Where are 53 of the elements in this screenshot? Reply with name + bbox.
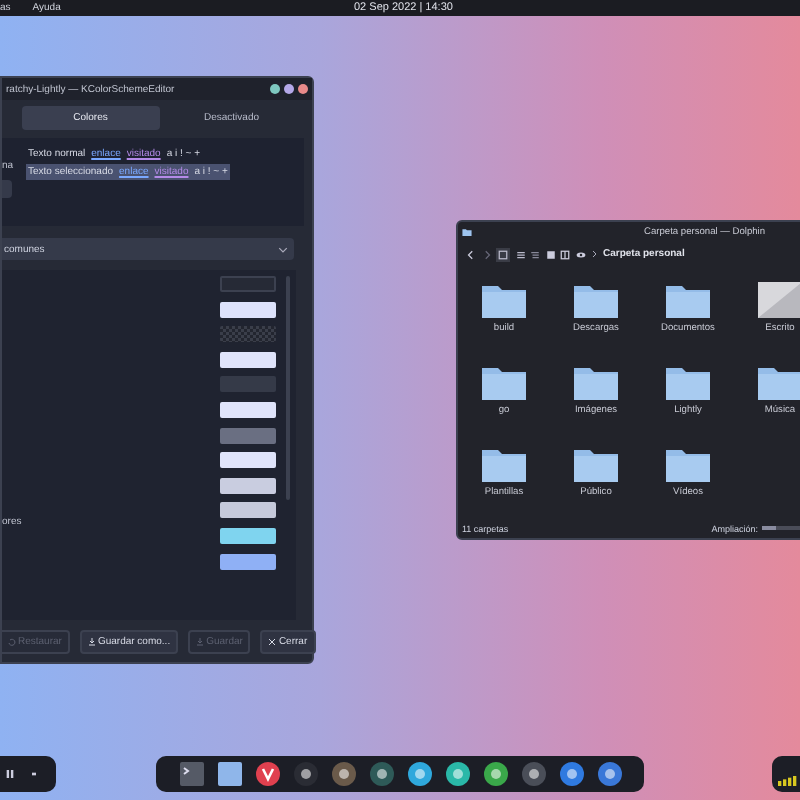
color-swatch[interactable]	[220, 351, 276, 368]
color-swatch[interactable]	[220, 452, 276, 469]
pause-icon[interactable]	[6, 770, 14, 778]
folder-icon	[574, 282, 618, 318]
color-swatch[interactable]	[220, 376, 276, 393]
folder-icon	[666, 282, 710, 318]
image-icon[interactable]	[545, 249, 555, 259]
app-icon[interactable]	[369, 762, 393, 786]
folder-icon	[758, 364, 800, 400]
folder-icon	[482, 282, 526, 318]
desktop-folder-icon	[758, 282, 800, 318]
forward-icon[interactable]	[481, 249, 491, 259]
back-icon[interactable]	[466, 249, 476, 259]
color-swatch[interactable]	[220, 326, 276, 343]
scrollbar[interactable]	[286, 276, 290, 500]
download-icon	[87, 638, 96, 646]
maximize-button[interactable]	[284, 84, 294, 94]
folder-icon[interactable]	[217, 762, 241, 786]
minimize-button[interactable]	[270, 84, 280, 94]
color-swatch[interactable]	[220, 401, 276, 418]
folder-icon	[482, 446, 526, 482]
app-icon[interactable]	[255, 762, 279, 786]
chevron-icon	[278, 245, 288, 253]
color-swatch[interactable]	[220, 527, 276, 544]
app-icon[interactable]	[407, 762, 431, 786]
app-icon[interactable]	[521, 762, 545, 786]
grid-view-icon[interactable]	[496, 247, 510, 261]
folder-icon	[482, 364, 526, 400]
folder-icon	[666, 364, 710, 400]
app-icon[interactable]	[559, 762, 583, 786]
close-icon	[268, 638, 277, 646]
color-swatch[interactable]	[220, 301, 276, 318]
color-swatch[interactable]	[220, 427, 276, 444]
folder-icon	[462, 228, 472, 236]
undo-icon	[8, 638, 16, 646]
app-icon[interactable]	[597, 762, 621, 786]
folder-icon	[574, 446, 618, 482]
eye-icon[interactable]	[575, 249, 585, 259]
app-icon[interactable]	[331, 762, 355, 786]
app-icon[interactable]	[445, 762, 469, 786]
app-icon[interactable]	[483, 762, 507, 786]
terminal-icon[interactable]	[179, 762, 203, 786]
color-swatch[interactable]	[220, 553, 276, 570]
color-swatch[interactable]	[220, 502, 276, 519]
close-button[interactable]	[298, 84, 308, 94]
color-swatch[interactable]	[220, 276, 276, 292]
tree-view-icon[interactable]	[530, 249, 540, 259]
folder-icon	[666, 446, 710, 482]
folder-icon	[574, 364, 618, 400]
list-view-icon[interactable]	[515, 249, 525, 259]
color-swatch[interactable]	[220, 477, 276, 494]
split-icon[interactable]	[560, 249, 570, 259]
app-icon[interactable]	[293, 762, 317, 786]
